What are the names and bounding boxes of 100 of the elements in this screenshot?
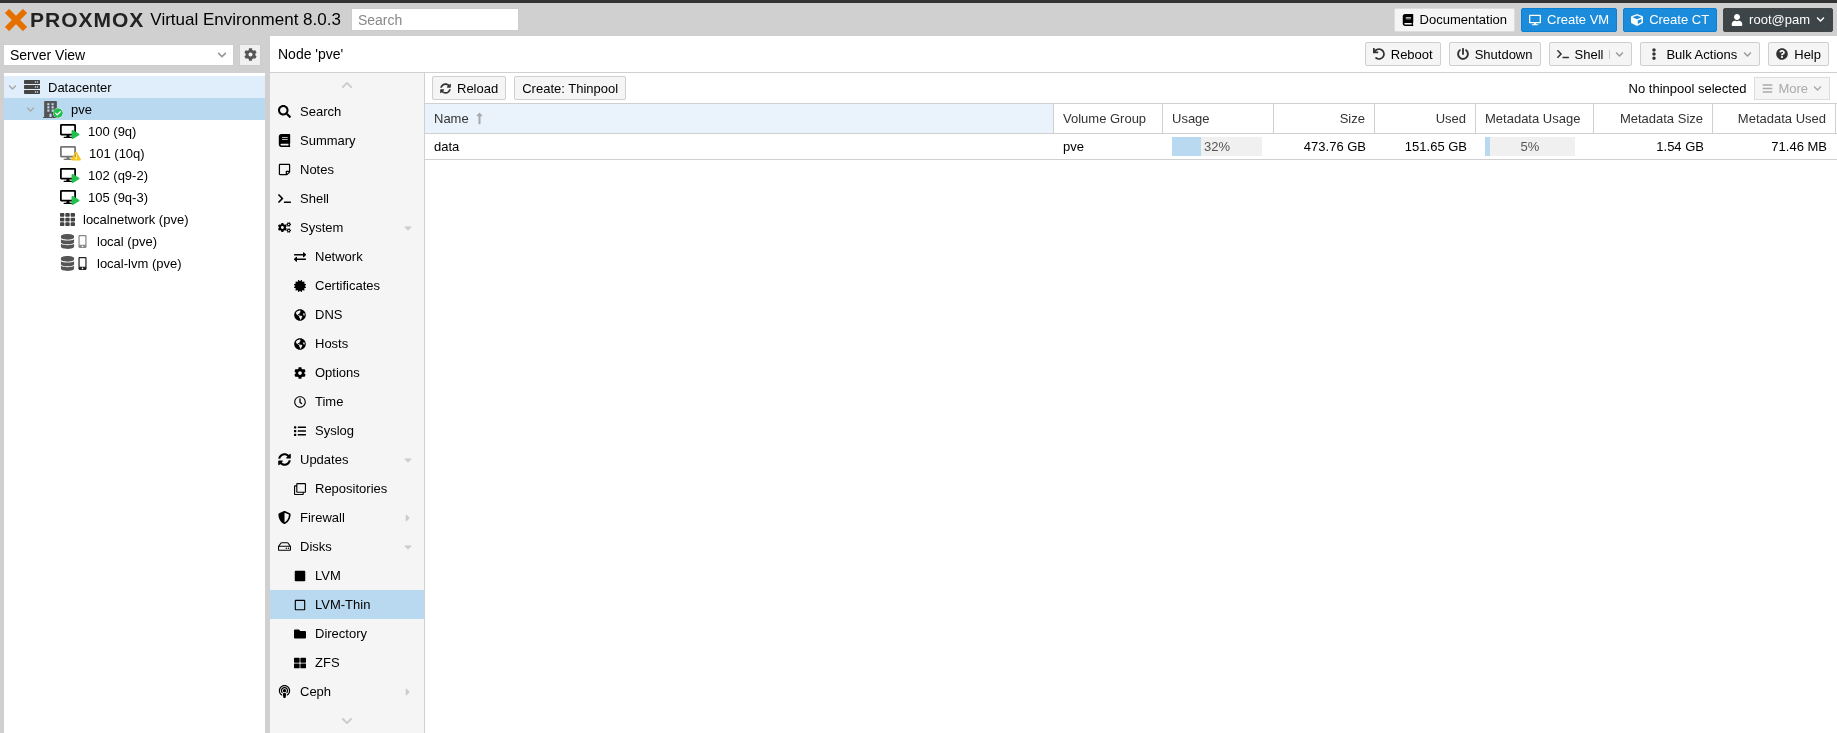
logo-x-icon <box>4 8 28 31</box>
chevron-down-icon <box>1816 15 1825 24</box>
nav-item[interactable]: Options <box>270 358 424 387</box>
menu-icon <box>1762 82 1774 94</box>
chevron-down-icon <box>1813 83 1822 93</box>
tree-item-label: 101 (10q) <box>89 145 145 161</box>
table-cell-text: 1.54 GB <box>1655 138 1705 156</box>
nav-item[interactable]: Firewall <box>270 503 424 532</box>
nav-item[interactable]: Certificates <box>270 271 424 300</box>
chevron-down-icon <box>1743 49 1753 59</box>
gear-icon <box>243 48 257 61</box>
restart-icon <box>1372 48 1385 60</box>
monitor-icon <box>60 145 81 161</box>
signal-icon <box>278 685 291 698</box>
nav-item[interactable]: Syslog <box>270 416 424 445</box>
arrows-icon <box>294 250 306 263</box>
nav-item[interactable]: Network <box>270 242 424 271</box>
tree-item-label: local-lvm (pve) <box>97 255 182 271</box>
square-outline-icon <box>294 598 306 611</box>
toolbar-button[interactable]: Shutdown <box>1448 42 1541 66</box>
tree-item[interactable]: 101 (10q) <box>4 142 265 164</box>
tree-item[interactable]: local-lvm (pve) <box>4 252 265 274</box>
toolbar-button[interactable]: Bulk Actions <box>1640 42 1761 66</box>
folder-icon <box>294 627 306 640</box>
monitor-icon <box>1529 13 1541 26</box>
table-cell-text: data <box>433 138 461 156</box>
view-dropdown[interactable]: Server View <box>3 43 234 66</box>
tree-item-label: localnetwork (pve) <box>83 211 189 227</box>
split-caret-icon[interactable] <box>1609 49 1625 59</box>
table-cell-text: 151.65 GB <box>1403 138 1468 156</box>
nav-item[interactable]: ZFS <box>270 648 424 677</box>
grid-icon <box>294 656 306 669</box>
refresh-icon <box>440 82 451 94</box>
user-menu[interactable]: root@pam <box>1723 7 1833 32</box>
gears-icon <box>278 221 291 234</box>
gear-icon <box>294 366 306 379</box>
nav-item[interactable]: LVM-Thin <box>270 590 424 619</box>
toolbar-button[interactable]: Help <box>1768 42 1829 66</box>
toolbar-button[interactable]: Shell <box>1548 42 1633 66</box>
reload-button[interactable]: Reload <box>432 76 507 100</box>
tree-item[interactable]: Datacenter <box>4 76 265 98</box>
nav-item[interactable]: Repositories <box>270 474 424 503</box>
nav-item[interactable]: Time <box>270 387 424 416</box>
tree-item[interactable]: 102 (q9-2) <box>4 164 265 186</box>
cube-icon <box>1631 13 1644 26</box>
tree-item-label: 100 (9q) <box>88 123 137 139</box>
toolbar-button[interactable]: Documentation <box>1393 7 1515 32</box>
clock-icon <box>294 395 306 408</box>
collapse-caret-icon[interactable] <box>8 82 17 92</box>
terminal-icon <box>278 192 291 205</box>
nav-item[interactable]: Ceph <box>270 677 424 706</box>
nav-item[interactable]: Summary <box>270 126 424 155</box>
tree-item-label: 102 (q9-2) <box>88 167 148 183</box>
search-field[interactable]: Search <box>350 8 519 31</box>
toolbar-button[interactable]: Reboot <box>1364 42 1441 66</box>
tree-item-label: local (pve) <box>97 233 157 249</box>
chevron-down-icon <box>217 49 227 60</box>
tree-item-label: pve <box>71 101 92 117</box>
nav-item[interactable]: LVM <box>270 561 424 590</box>
tree-item[interactable]: local (pve) <box>4 230 265 252</box>
nav-item[interactable]: Search <box>270 97 424 126</box>
tree-item[interactable]: 100 (9q) <box>4 120 265 142</box>
nav-item[interactable]: System <box>270 213 424 242</box>
create-button[interactable]: Create: Thinpool <box>514 76 627 100</box>
user-icon <box>1731 13 1744 26</box>
search-icon <box>278 105 291 118</box>
tree-item[interactable]: pve <box>4 98 265 120</box>
table-cell-text: 71.46 MB <box>1770 138 1828 156</box>
nav-item[interactable]: Directory <box>270 619 424 648</box>
book-icon <box>278 134 291 147</box>
list-icon <box>294 424 306 437</box>
monitor-icon <box>60 189 80 205</box>
selection-status: No thinpool selected <box>1628 80 1747 96</box>
nav-item[interactable]: DNS <box>270 300 424 329</box>
nav-item[interactable]: Shell <box>270 184 424 213</box>
shield-icon <box>278 511 291 524</box>
table-cell-text: 473.76 GB <box>1302 138 1367 156</box>
tree-item[interactable]: 105 (9q-3) <box>4 186 265 208</box>
table-cell-text: pve <box>1062 138 1085 156</box>
logo: PROXMOX <box>4 7 145 32</box>
monitor-icon <box>60 123 80 139</box>
nav-item[interactable]: Updates <box>270 445 424 474</box>
copy-icon <box>294 482 306 495</box>
refresh-icon <box>278 453 291 466</box>
collapse-caret-icon[interactable] <box>26 104 35 114</box>
tree-item[interactable]: localnetwork (pve) <box>4 208 265 230</box>
column-header[interactable]: Name <box>425 104 1054 133</box>
server-node-icon <box>42 100 63 118</box>
terminal-icon <box>1556 48 1569 60</box>
grid-icon <box>60 211 75 227</box>
product-version: Virtual Environment 8.0.3 <box>150 9 341 30</box>
nav-item[interactable]: Hosts <box>270 329 424 358</box>
toolbar-button[interactable]: Create CT <box>1623 7 1718 32</box>
toolbar-button[interactable]: Create VM <box>1521 7 1618 32</box>
book-icon <box>1401 13 1414 26</box>
nav-item[interactable]: Disks <box>270 532 424 561</box>
usage-bar: 5% <box>1485 137 1575 156</box>
note-icon <box>278 163 291 176</box>
settings-button[interactable] <box>239 43 261 66</box>
nav-item[interactable]: Notes <box>270 155 424 184</box>
